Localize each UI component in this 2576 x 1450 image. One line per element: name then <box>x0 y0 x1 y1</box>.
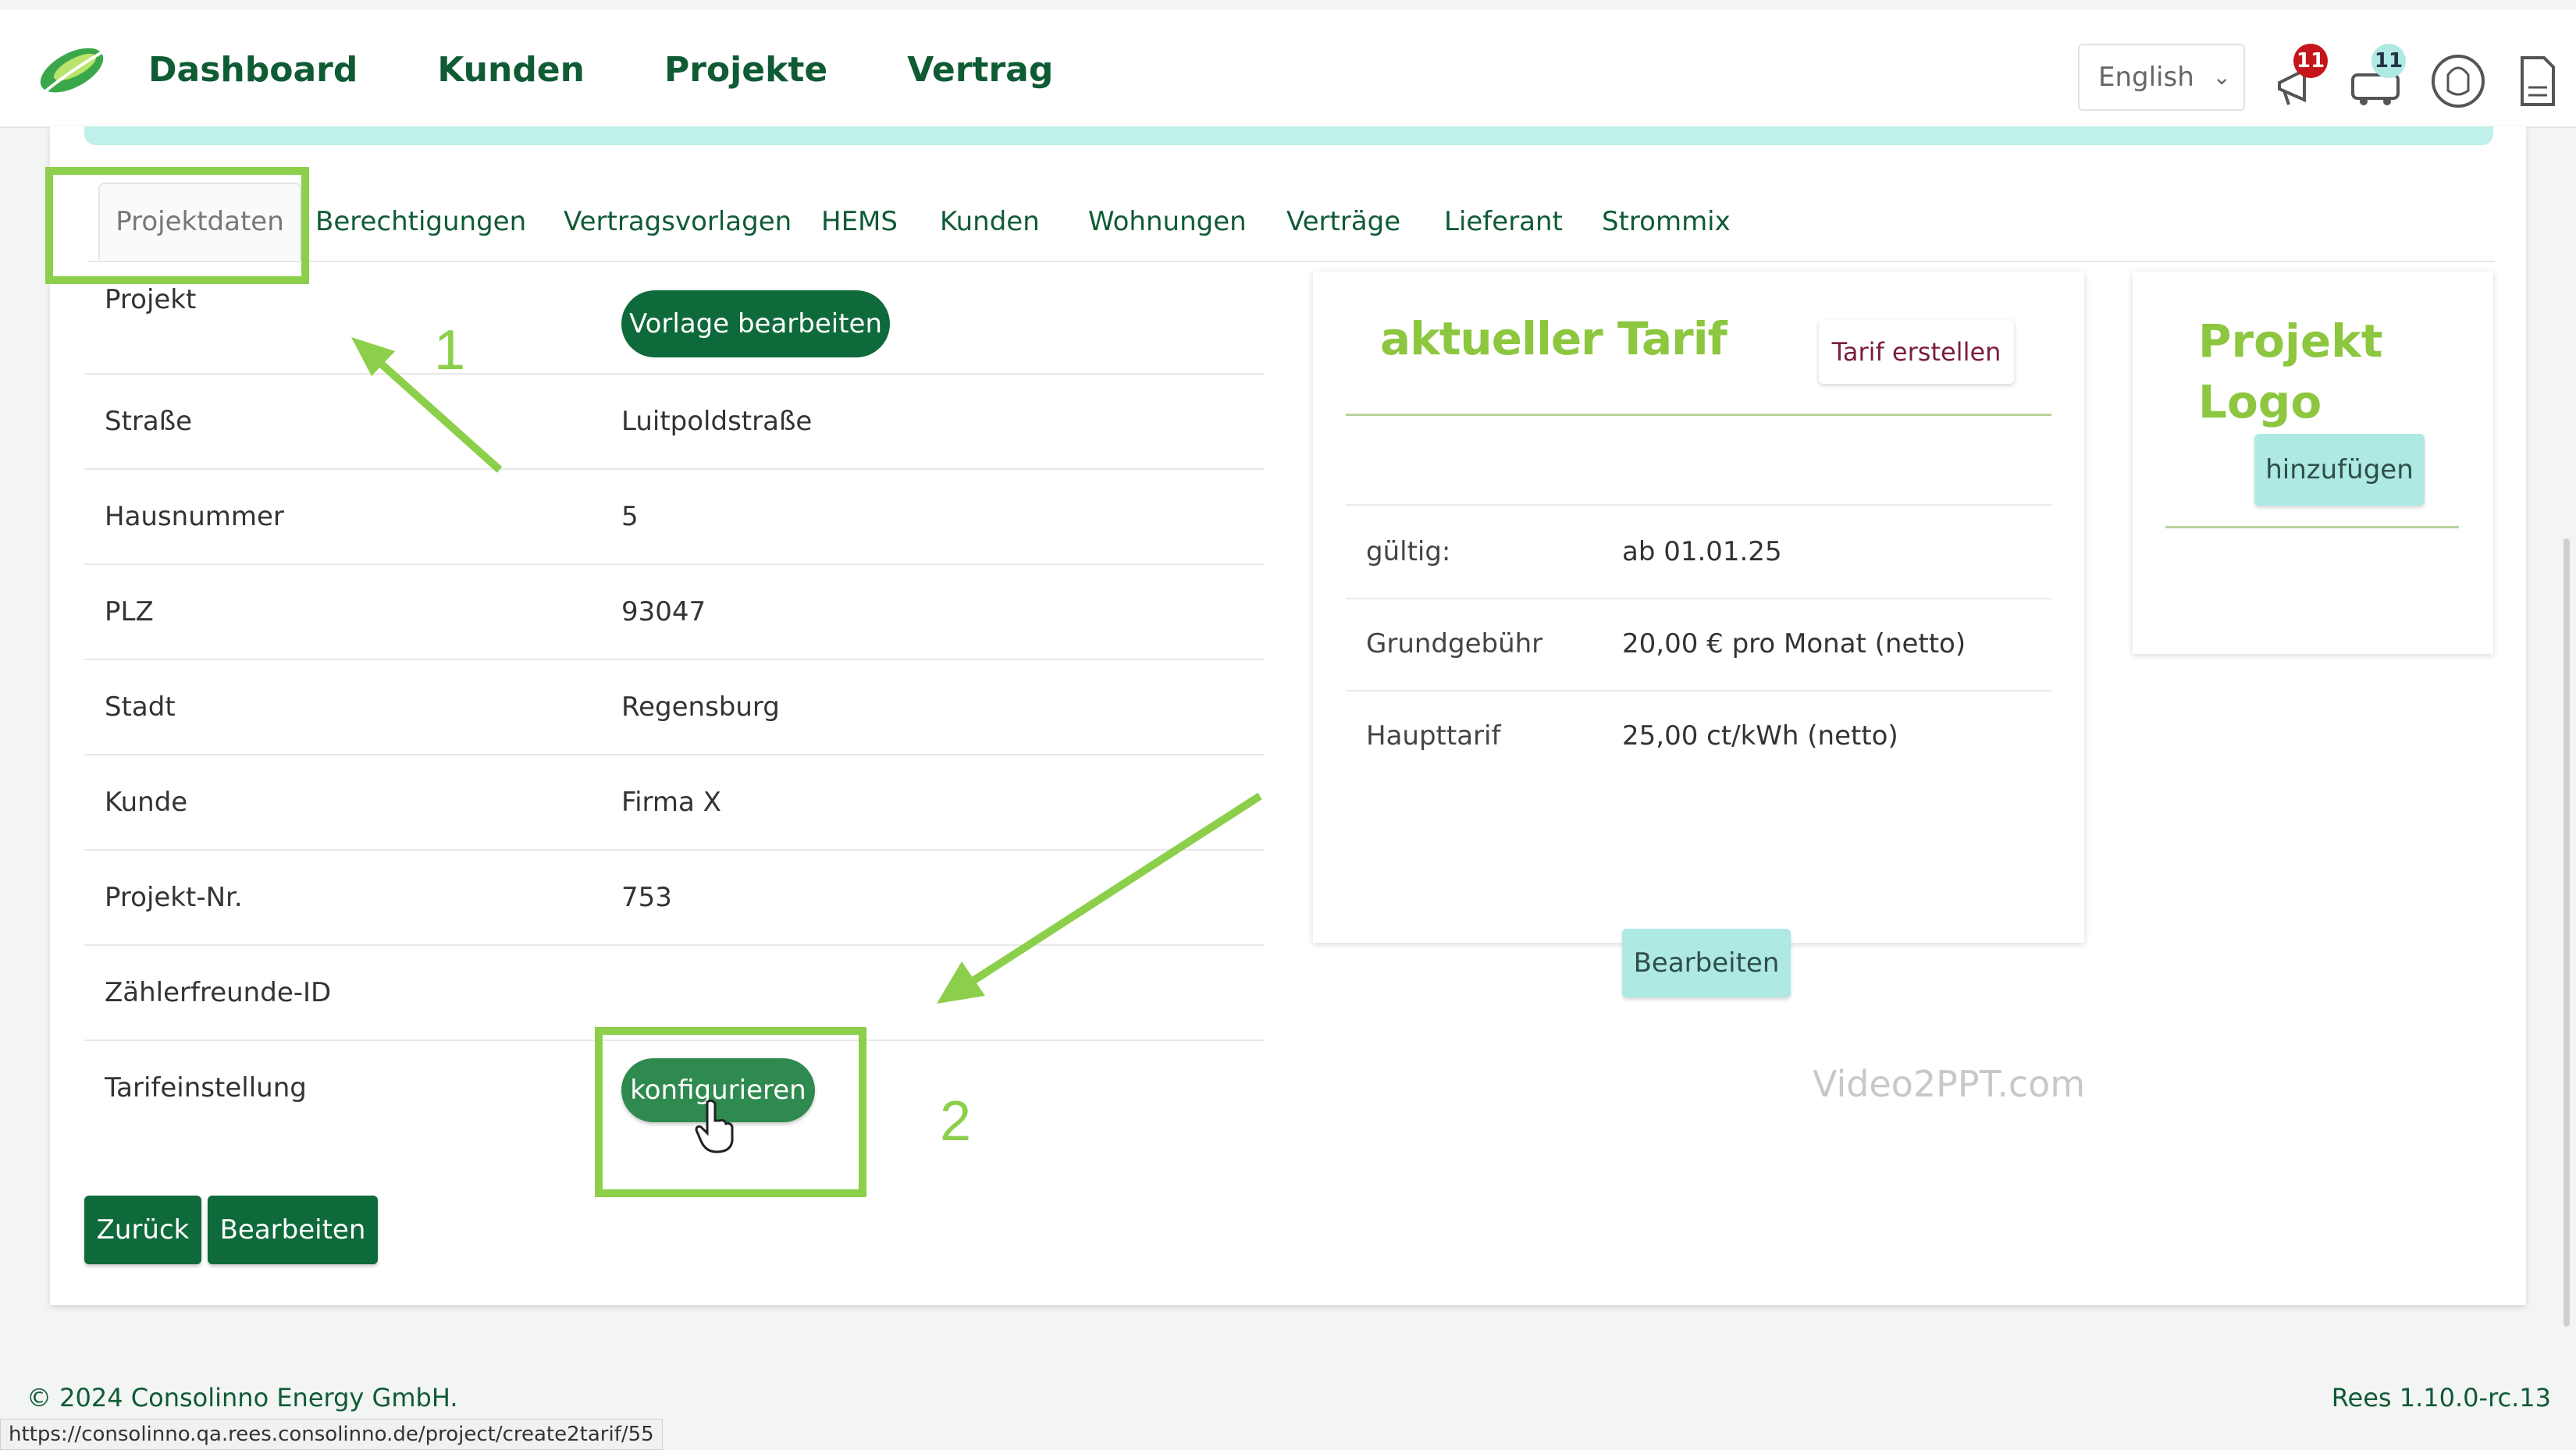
tariff-value: 25,00 ct/kWh (netto) <box>1622 720 1898 752</box>
tariff-label: gültig: <box>1366 536 1451 567</box>
tariff-row: Grundgebühr 20,00 € pro Monat (netto) <box>1346 598 2051 691</box>
row-value: 5 <box>621 501 639 532</box>
tab-vertraege[interactable]: Verträge <box>1286 183 1400 261</box>
tab-hems[interactable]: HEMS <box>821 183 898 261</box>
tariff-row: gültig: ab 01.01.25 <box>1346 506 2051 599</box>
logo-title-line2: Logo <box>2198 375 2322 428</box>
row-value: 93047 <box>621 596 706 627</box>
watermark-text: Video2PPT.com <box>1813 1063 2086 1105</box>
edit-tariff-button[interactable]: Bearbeiten <box>1622 929 1791 997</box>
tariff-value: 20,00 € pro Monat (netto) <box>1622 628 1966 659</box>
create-tariff-button[interactable]: Tarif erstellen <box>1819 320 2014 384</box>
language-select[interactable]: English ⌄ <box>2078 44 2245 111</box>
footer-copyright: © 2024 Consolinno Energy GmbH. <box>27 1383 458 1413</box>
project-details-card: Projektdaten Berechtigungen Vertragsvorl… <box>50 126 2526 1305</box>
back-button[interactable]: Zurück <box>84 1196 201 1264</box>
table-row: Stadt Regensburg <box>84 660 1265 755</box>
tab-vertragsvorlagen[interactable]: Vertragsvorlagen <box>564 183 792 261</box>
tab-berechtigungen[interactable]: Berechtigungen <box>315 183 526 261</box>
add-logo-button[interactable]: hinzufügen <box>2254 434 2425 506</box>
logo-title-line1: Projekt <box>2198 315 2383 368</box>
document-icon[interactable] <box>2510 48 2565 111</box>
table-row: Hausnummer 5 <box>84 470 1265 565</box>
table-row: Straße Luitpoldstraße <box>84 375 1265 470</box>
row-value: Luitpoldstraße <box>621 406 813 437</box>
table-row: Projekt Vorlage bearbeiten <box>84 268 1265 375</box>
tariff-title: aktueller Tarif <box>1380 312 1727 365</box>
chevron-down-icon: ⌄ <box>2212 64 2231 90</box>
tariff-label: Haupttarif <box>1366 720 1501 752</box>
logo-card-title: Projekt Logo <box>2198 311 2382 432</box>
top-navbar: Dashboard Kunden Projekte Vertrag Englis… <box>0 9 2576 128</box>
nav-projekte[interactable]: Projekte <box>664 50 827 90</box>
current-tariff-card: aktueller Tarif Tarif erstellen gültig: … <box>1313 272 2084 997</box>
notifications-badge: 11 <box>2293 44 2328 78</box>
language-value: English <box>2098 62 2194 93</box>
annotation-arrow-2 <box>937 792 1262 1004</box>
tariff-value: ab 01.01.25 <box>1622 536 1782 567</box>
nav-dashboard[interactable]: Dashboard <box>148 50 358 90</box>
tariff-row: Haupttarif 25,00 ct/kWh (netto) <box>1346 690 2051 782</box>
project-logo-card: Projekt Logo hinzufügen <box>2133 272 2493 654</box>
messages-button[interactable]: 11 <box>2348 44 2406 111</box>
row-label: Zählerfreunde-ID <box>105 977 332 1008</box>
tab-strommix[interactable]: Strommix <box>1602 183 1731 261</box>
tariff-label: Grundgebühr <box>1366 628 1543 659</box>
row-label: Straße <box>105 406 193 437</box>
divider <box>2165 526 2459 528</box>
nav-vertrag[interactable]: Vertrag <box>907 50 1053 90</box>
row-value: 753 <box>621 882 672 913</box>
page-scrollbar[interactable] <box>2564 538 2570 1327</box>
annotation-box-1 <box>45 167 309 284</box>
edit-project-button[interactable]: Bearbeiten <box>208 1196 378 1264</box>
row-label: Hausnummer <box>105 501 284 532</box>
project-tabs: Projektdaten Berechtigungen Vertragsvorl… <box>87 183 2495 262</box>
row-value: Regensburg <box>621 691 780 723</box>
table-row: PLZ 93047 <box>84 565 1265 660</box>
teal-accent-strip <box>84 126 2493 145</box>
row-label: PLZ <box>105 596 154 627</box>
notifications-button[interactable]: 11 <box>2272 44 2328 111</box>
hand-cursor-icon <box>695 1099 734 1153</box>
status-bar-url: https://consolinno.qa.rees.consolinno.de… <box>0 1419 663 1450</box>
annotation-arrow-1 <box>351 337 503 473</box>
user-profile-icon[interactable] <box>2431 48 2485 111</box>
tab-kunden[interactable]: Kunden <box>940 183 1040 261</box>
footer-version: Rees 1.10.0-rc.13 <box>2331 1383 2551 1413</box>
nav-kunden[interactable]: Kunden <box>437 50 585 90</box>
main-nav: Dashboard Kunden Projekte Vertrag <box>148 50 1053 90</box>
annotation-number-2: 2 <box>940 1090 972 1153</box>
leaf-logo-icon[interactable] <box>31 41 109 103</box>
row-label: Projekt-Nr. <box>105 882 243 913</box>
divider <box>1346 414 2051 416</box>
tab-lieferant[interactable]: Lieferant <box>1444 183 1563 261</box>
tab-wohnungen[interactable]: Wohnungen <box>1088 183 1247 261</box>
row-label: Stadt <box>105 691 176 723</box>
row-label: Tarifeinstellung <box>105 1072 307 1103</box>
row-label: Kunde <box>105 787 188 818</box>
edit-template-button[interactable]: Vorlage bearbeiten <box>621 290 890 357</box>
messages-badge: 11 <box>2371 44 2406 78</box>
row-value: Firma X <box>621 787 721 818</box>
